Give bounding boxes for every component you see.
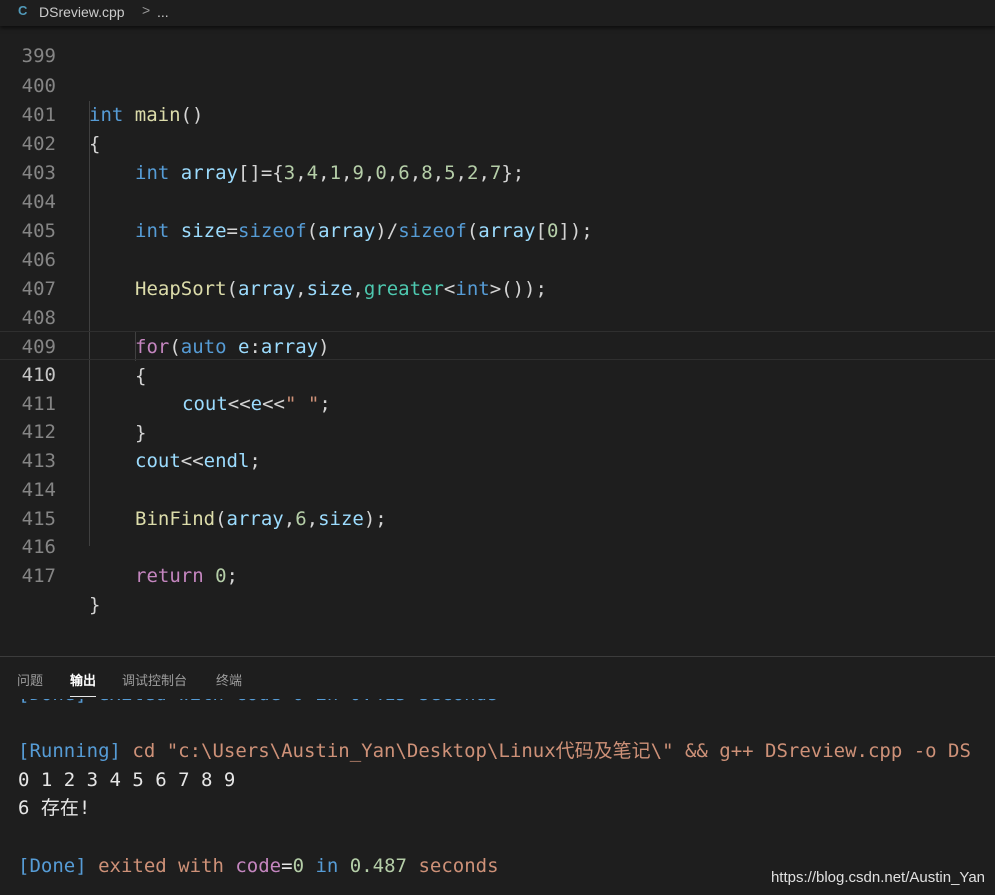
code-line: 402 int array[]={3,4,1,9,0,6,8,5,2,7}; bbox=[0, 101, 995, 184]
code-text: } bbox=[89, 591, 100, 620]
current-line-highlight: 410 cout<<e<<" "; bbox=[0, 331, 995, 415]
breadcrumb-symbols[interactable]: ... bbox=[157, 4, 169, 20]
tab-terminal[interactable]: 终端 bbox=[216, 670, 242, 689]
done-text: exited with bbox=[86, 855, 236, 877]
running-command: cd "c:\Users\Austin_Yan\Desktop\Linux代码及… bbox=[120, 740, 971, 762]
token: 0 bbox=[215, 565, 227, 587]
tab-debug-console[interactable]: 调试控制台 bbox=[122, 670, 187, 689]
tab-output[interactable]: 输出 bbox=[70, 670, 97, 697]
code-line: 400 int main() bbox=[0, 43, 995, 126]
done-tag: [Done] bbox=[18, 855, 87, 877]
done-in: in bbox=[304, 855, 350, 877]
code-line: 415 bbox=[0, 476, 995, 530]
output-line: 6 存在! bbox=[18, 794, 90, 823]
tab-problems[interactable]: 问题 bbox=[17, 670, 43, 689]
chevron-right-icon: > bbox=[142, 2, 151, 18]
code-line: 412 cout<<endl; bbox=[0, 389, 995, 472]
bottom-panel: [Done] exited with code=0 in 0.415 secon… bbox=[0, 656, 995, 895]
code-text: return 0; bbox=[135, 562, 238, 591]
code-line: 405 bbox=[0, 188, 995, 242]
done-time: 0.487 bbox=[349, 855, 407, 877]
breadcrumb: C DSreview.cpp > ... bbox=[0, 0, 995, 26]
done-code-value: 0 bbox=[292, 855, 305, 877]
code-line: 407 bbox=[0, 246, 995, 300]
code-line: 417 } bbox=[0, 533, 995, 616]
code-line: 416 return 0; bbox=[0, 504, 995, 587]
token: } bbox=[89, 594, 101, 616]
code-line: 401 { bbox=[0, 72, 995, 155]
output-line: [Running] cd "c:\Users\Austin_Yan\Deskto… bbox=[18, 737, 971, 766]
code-line: 399 bbox=[0, 26, 995, 67]
code-line: 406 HeapSort(array,size,greater<int>()); bbox=[0, 217, 995, 300]
line-number: 417 bbox=[21, 565, 56, 587]
output-line: 0 1 2 3 4 5 6 7 8 9 bbox=[18, 766, 235, 795]
output-result: 0 1 2 3 4 5 6 7 8 9 bbox=[18, 769, 236, 791]
output-result: 6 存在! bbox=[18, 797, 91, 819]
done-seconds: seconds bbox=[407, 855, 499, 877]
running-tag: [Running] bbox=[18, 740, 121, 762]
code-line: 413 bbox=[0, 418, 995, 472]
code-line: 404 int size=sizeof(array)/sizeof(array[… bbox=[0, 159, 995, 242]
watermark: https://blog.csdn.net/Austin_Yan bbox=[770, 869, 985, 886]
code-editor[interactable]: 399 400 int main() 401 { 402 int array[]… bbox=[0, 26, 995, 656]
breadcrumb-file[interactable]: DSreview.cpp bbox=[39, 4, 125, 20]
code-line: 409 { bbox=[0, 304, 995, 387]
token: return bbox=[135, 565, 204, 587]
code-line: 408 for(auto e:array) bbox=[0, 275, 995, 358]
code-line: 403 bbox=[0, 130, 995, 184]
output-line: [Done] exited with code=0 in 0.487 secon… bbox=[18, 852, 499, 881]
token: ; bbox=[226, 565, 238, 587]
cpp-file-icon: C bbox=[18, 3, 28, 18]
code-line: 414 BinFind(array,6,size); bbox=[0, 447, 995, 530]
panel-tabs: 问题 输出 调试控制台 终端 bbox=[0, 657, 995, 699]
done-code-key: code bbox=[235, 855, 282, 877]
code-line: 411 } bbox=[0, 361, 995, 444]
done-eq: = bbox=[281, 855, 293, 877]
